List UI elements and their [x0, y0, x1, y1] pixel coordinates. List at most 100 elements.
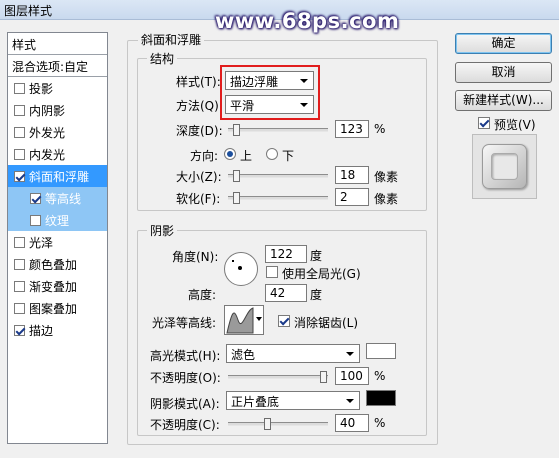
style-checkbox[interactable]: [14, 104, 25, 116]
style-item-label: 渐变叠加: [29, 279, 78, 294]
depth-slider[interactable]: [228, 124, 328, 136]
size-slider[interactable]: [228, 170, 328, 182]
styles-list: 样式 混合选项:自定 投影内阴影外发光内发光斜面和浮雕等高线纹理光泽颜色叠加渐变…: [7, 32, 108, 444]
antialias-checkbox[interactable]: [278, 315, 290, 327]
highlight-mode-value: 滤色: [231, 348, 256, 362]
angle-dial-dot: [238, 266, 242, 270]
style-label: 样式(T):: [176, 75, 221, 89]
shadow-color-swatch[interactable]: [366, 390, 396, 406]
chevron-down-icon[interactable]: [256, 317, 262, 321]
highlight-opacity-slider[interactable]: [228, 371, 328, 383]
style-checkbox[interactable]: [14, 280, 25, 292]
gloss-contour-label: 光泽等高线:: [152, 316, 217, 330]
highlight-mode-dropdown[interactable]: 滤色: [226, 344, 360, 363]
style-item[interactable]: 内阴影: [8, 99, 107, 121]
angle-input[interactable]: 122: [265, 245, 307, 263]
angle-label: 角度(N):: [172, 250, 219, 264]
altitude-input[interactable]: 42: [265, 284, 307, 302]
cancel-button[interactable]: 取消: [455, 62, 552, 83]
style-item-label: 等高线: [45, 191, 82, 206]
styles-header[interactable]: 样式: [8, 33, 107, 55]
depth-unit: %: [374, 122, 386, 136]
ok-button[interactable]: 确定: [455, 33, 552, 54]
style-item[interactable]: 光泽: [8, 231, 107, 253]
bevel-section-title: 斜面和浮雕: [138, 31, 205, 48]
shadow-opacity-input[interactable]: 40: [335, 414, 369, 432]
style-item[interactable]: 纹理: [8, 209, 107, 231]
slider-thumb[interactable]: [233, 124, 240, 136]
style-item-label: 内阴影: [29, 103, 66, 118]
direction-down-radio[interactable]: [266, 148, 278, 160]
contour-curve-icon: [226, 307, 254, 334]
structure-title: 结构: [147, 50, 178, 67]
style-item[interactable]: 渐变叠加: [8, 275, 107, 297]
style-checkbox[interactable]: [14, 302, 25, 314]
style-item-label: 光泽: [29, 235, 54, 250]
style-item-label: 内发光: [29, 147, 66, 162]
style-checkbox[interactable]: [30, 192, 41, 204]
shadow-mode-value: 正片叠底: [231, 395, 280, 409]
blending-options[interactable]: 混合选项:自定: [8, 55, 107, 77]
slider-thumb[interactable]: [320, 371, 327, 383]
highlight-opacity-unit: %: [374, 369, 386, 383]
style-item[interactable]: 颜色叠加: [8, 253, 107, 275]
slider-thumb[interactable]: [264, 418, 271, 430]
global-light-checkbox[interactable]: [266, 266, 278, 278]
depth-input[interactable]: 123: [335, 120, 369, 138]
direction-down-label: 下: [282, 149, 295, 163]
highlight-mode-label: 高光模式(H):: [150, 349, 221, 363]
preview-checkbox[interactable]: [478, 117, 490, 129]
direction-up-radio[interactable]: [224, 148, 236, 160]
style-item-label: 颜色叠加: [29, 257, 78, 272]
shadow-mode-dropdown[interactable]: 正片叠底: [226, 391, 360, 410]
size-label: 大小(Z):: [176, 170, 222, 184]
chevron-down-icon: [346, 352, 354, 356]
soften-slider[interactable]: [228, 192, 328, 204]
soften-input[interactable]: 2: [335, 188, 369, 206]
highlight-opacity-input[interactable]: 100: [335, 367, 369, 385]
style-checkbox[interactable]: [14, 236, 25, 248]
slider-thumb[interactable]: [233, 192, 240, 204]
size-unit: 像素: [374, 170, 399, 184]
style-item[interactable]: 图案叠加: [8, 297, 107, 319]
preview-shape-inner: [491, 153, 518, 180]
style-item[interactable]: 投影: [8, 77, 107, 99]
style-item[interactable]: 斜面和浮雕: [8, 165, 107, 187]
soften-unit: 像素: [374, 192, 399, 206]
style-checkbox[interactable]: [14, 258, 25, 270]
style-item-label: 纹理: [45, 213, 70, 228]
style-checkbox[interactable]: [30, 214, 41, 226]
shadow-mode-label: 阴影模式(A):: [150, 397, 220, 411]
gloss-contour-picker[interactable]: [224, 305, 264, 335]
preview-thumbnail: [472, 134, 537, 199]
slider-thumb[interactable]: [233, 170, 240, 182]
global-light-label: 使用全局光(G): [282, 267, 361, 281]
direction-up-label: 上: [240, 149, 253, 163]
style-item[interactable]: 等高线: [8, 187, 107, 209]
style-item[interactable]: 内发光: [8, 143, 107, 165]
highlight-color-swatch[interactable]: [366, 343, 396, 359]
style-checkbox[interactable]: [14, 126, 25, 138]
preview-shape: [482, 144, 527, 189]
watermark: www.68ps.com: [215, 9, 400, 33]
chevron-down-icon: [346, 399, 354, 403]
angle-dial[interactable]: [224, 252, 258, 286]
style-item-label: 描边: [29, 323, 54, 338]
style-checkbox[interactable]: [14, 324, 25, 336]
angle-dial-needle: [232, 260, 234, 262]
technique-label: 方法(Q):: [176, 99, 223, 113]
style-item[interactable]: 外发光: [8, 121, 107, 143]
style-checkbox[interactable]: [14, 82, 25, 94]
size-input[interactable]: 18: [335, 166, 369, 184]
new-style-button[interactable]: 新建样式(W)...: [455, 90, 552, 111]
style-item-label: 外发光: [29, 125, 66, 140]
highlight-box: [220, 65, 320, 120]
style-item[interactable]: 描边: [8, 319, 107, 341]
shadow-opacity-unit: %: [374, 416, 386, 430]
style-checkbox[interactable]: [14, 148, 25, 160]
style-checkbox[interactable]: [14, 170, 25, 182]
style-item-label: 斜面和浮雕: [29, 169, 90, 184]
shadow-opacity-slider[interactable]: [228, 418, 328, 430]
altitude-label: 高度:: [188, 288, 217, 302]
style-item-label: 图案叠加: [29, 301, 78, 316]
